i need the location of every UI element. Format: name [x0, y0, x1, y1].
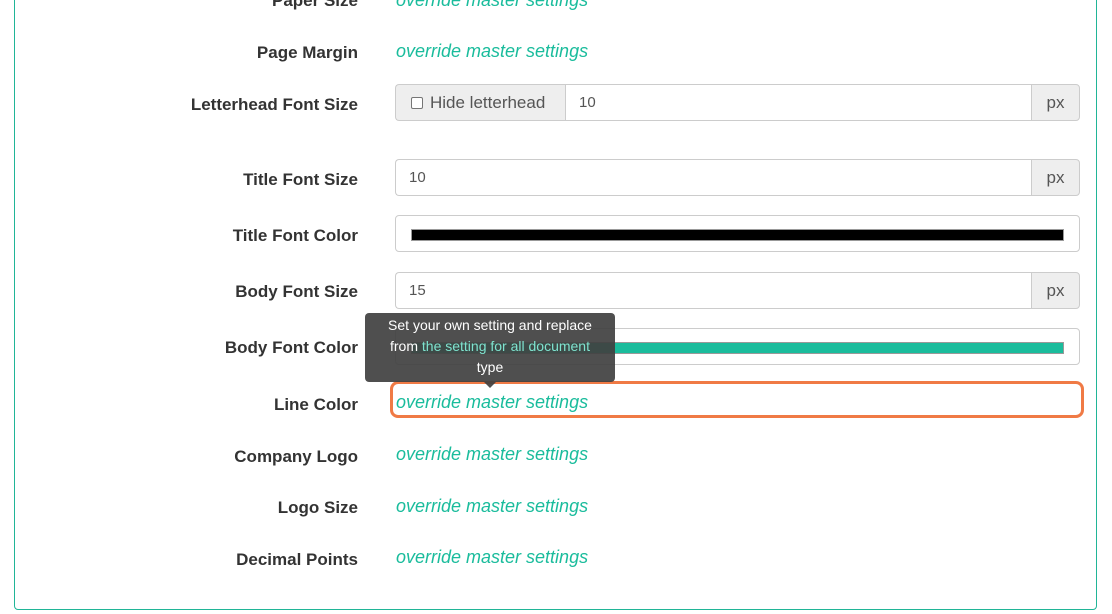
hide-letterhead-label: Hide letterhead — [430, 92, 546, 112]
title-font-size-unit: px — [1031, 159, 1080, 196]
tooltip-line-3: type — [476, 359, 504, 375]
tooltip-line-2: from the setting for all document — [373, 336, 607, 357]
tooltip-line-2-highlight: the setting for all document — [421, 338, 590, 354]
body-font-size-label: Body Font Size — [235, 282, 358, 301]
title-font-size-input[interactable]: 10 — [395, 159, 1031, 196]
letterhead-font-size-group: Hide letterhead 10 px — [395, 84, 1080, 121]
title-font-size-label: Title Font Size — [243, 170, 358, 189]
title-font-color-label: Title Font Color — [232, 226, 358, 245]
paper-size-override-link[interactable]: override master settings — [396, 0, 588, 11]
hide-letterhead-toggle[interactable]: Hide letterhead — [395, 84, 565, 121]
logo-size-override-link[interactable]: override master settings — [396, 496, 588, 517]
letterhead-font-size-label: Letterhead Font Size — [190, 95, 358, 114]
override-tooltip: Set your own setting and replace from th… — [365, 313, 615, 382]
tooltip-arrow — [484, 382, 496, 388]
page-margin-override-link[interactable]: override master settings — [396, 41, 588, 62]
decimal-points-override-link[interactable]: override master settings — [396, 547, 588, 568]
logo-size-label: Logo Size — [277, 498, 358, 517]
body-font-size-input[interactable]: 15 — [395, 272, 1031, 309]
body-font-color-label: Body Font Color — [224, 338, 358, 357]
decimal-points-label: Decimal Points — [236, 550, 358, 569]
company-logo-override-link[interactable]: override master settings — [396, 444, 588, 465]
title-font-size-group: 10 px — [395, 159, 1080, 196]
body-font-size-group: 15 px — [395, 272, 1080, 309]
hide-letterhead-checkbox[interactable] — [411, 96, 423, 109]
tooltip-line-2-prefix: from — [390, 338, 418, 354]
paper-size-label: Paper Size — [272, 0, 358, 10]
tooltip-line-1: Set your own setting and replace — [388, 317, 592, 333]
title-font-color-picker[interactable] — [395, 215, 1080, 252]
title-font-color-swatch — [411, 229, 1064, 241]
line-color-label: Line Color — [273, 395, 358, 414]
company-logo-label: Company Logo — [234, 447, 358, 466]
body-font-size-unit: px — [1031, 272, 1080, 309]
letterhead-font-size-unit: px — [1031, 84, 1080, 121]
page-margin-label: Page Margin — [256, 43, 358, 62]
letterhead-font-size-input[interactable]: 10 — [565, 84, 1031, 121]
